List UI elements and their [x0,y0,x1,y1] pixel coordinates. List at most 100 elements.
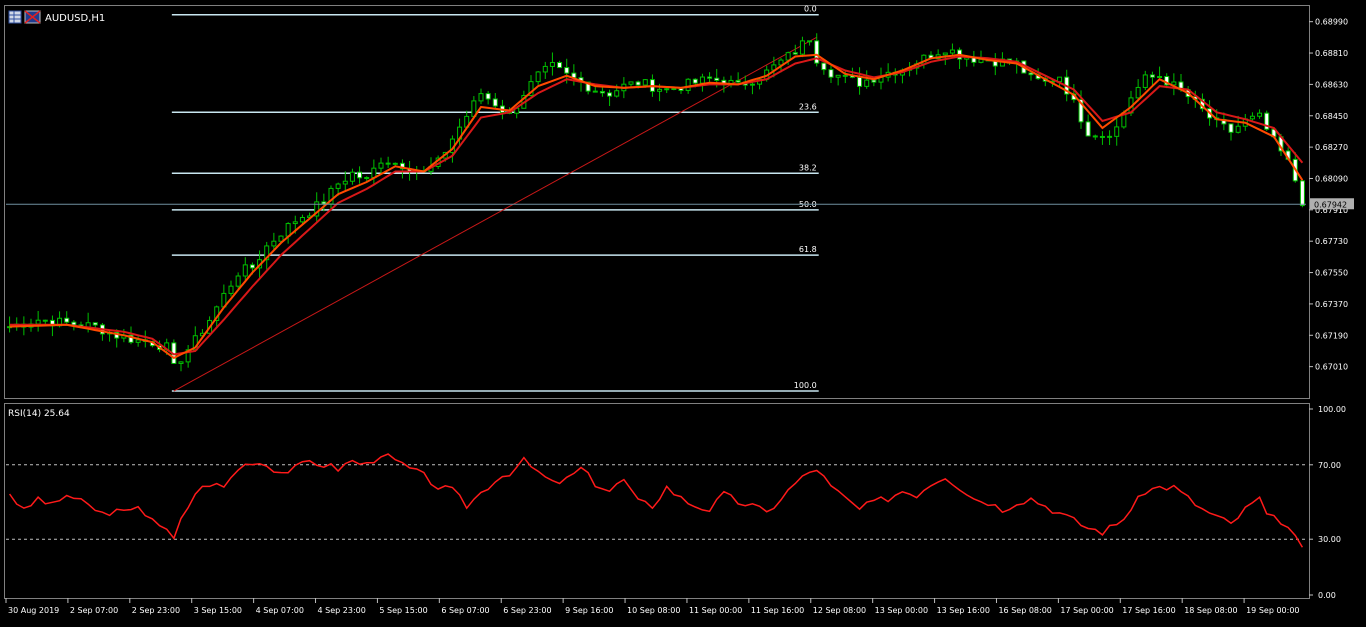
time-tick-label: 4 Sep 23:00 [318,606,366,615]
candle [378,157,384,174]
candle [857,67,863,95]
candle [628,81,634,87]
candle [185,345,191,368]
candle [1171,73,1177,96]
ma-fast-line [9,53,1304,360]
rsi-label: RSI(14) 25.64 [8,409,70,419]
price-tick-label: 0.67550 [1315,269,1348,278]
time-tick-label: 6 Sep 07:00 [441,606,489,615]
candle [171,339,177,364]
candle [878,67,884,90]
time-tick-label: 13 Sep 16:00 [937,606,990,615]
time-tick-label: 17 Sep 00:00 [1060,606,1113,615]
candle [242,257,248,282]
rsi-chart [6,453,1306,548]
candle [571,64,577,86]
time-tick-label: 11 Sep 16:00 [751,606,804,615]
candle [864,70,870,89]
candle [992,53,998,76]
time-tick-label: 4 Sep 07:00 [256,606,304,615]
candle [735,72,741,85]
time-tick-label: 3 Sep 15:00 [194,606,242,615]
rsi-line [8,453,1304,548]
candle [1228,123,1234,141]
candle [328,185,334,210]
candle [607,89,613,107]
candle [342,171,348,191]
candle [971,50,977,67]
candle [1107,130,1113,146]
price-chart: 0.023.638.250.061.8100.0 [6,5,1306,392]
price-tick-label: 0.68630 [1315,80,1348,89]
time-tick-label: 10 Sep 08:00 [627,606,680,615]
candle [1257,109,1263,119]
candle [557,60,563,69]
candle [1014,57,1020,74]
rsi-axis: 100.00 70.00 30.00 0.00 [1309,405,1346,600]
candle [314,192,320,223]
candle [807,40,813,46]
candle [485,91,491,105]
price-tick-label: 0.67730 [1315,237,1348,246]
time-tick-label: 19 Sep 00:00 [1246,606,1299,615]
candle [535,71,541,85]
fib-level-label: 23.6 [799,102,817,111]
candle [221,284,227,308]
rsi-tick-label: 100.00 [1318,405,1346,414]
candle [392,162,398,166]
candle [478,88,484,105]
candle [664,87,670,94]
time-axis: 30 Aug 2019 2 Sep 07:00 2 Sep 23:00 3 Sep 1… [5,598,1300,615]
time-tick-label: 30 Aug 2019 [8,606,59,615]
flag-icon[interactable] [24,10,41,24]
price-tick-label: 0.67010 [1315,363,1348,372]
time-tick-label: 17 Sep 16:00 [1122,606,1175,615]
candle [1264,110,1270,131]
time-tick-label: 18 Sep 08:00 [1184,606,1237,615]
fib-level-label: 38.2 [799,163,817,172]
price-axis: 0.68990 0.68810 0.68630 0.68450 0.68270 0.680… [1309,18,1354,372]
time-tick-label: 5 Sep 15:00 [379,606,427,615]
candle [385,156,391,168]
candle [142,330,148,348]
candle [799,36,805,58]
chart-canvas[interactable]: AUDUSD,H1 0.023.638.250.061.8100.0 0.689… [0,0,1366,623]
time-tick-label: 12 Sep 08:00 [813,606,866,615]
price-tick-label: 0.68990 [1315,18,1348,27]
candle [949,43,955,56]
candle [128,326,134,345]
grid-icon[interactable] [8,10,22,24]
candle [64,311,70,324]
candle [514,107,520,119]
candle [885,63,891,82]
time-tick-label: 2 Sep 07:00 [70,606,118,615]
candle [1092,134,1098,140]
ma-slow-line [9,55,1304,356]
candle [821,62,827,75]
trendline[interactable] [173,36,817,392]
candle [35,310,41,332]
candle [349,168,355,185]
time-tick-label: 6 Sep 23:00 [503,606,551,615]
candle [285,222,291,244]
candle [1085,114,1091,137]
symbol-header: AUDUSD,H1 [8,10,105,24]
chart-window[interactable]: AUDUSD,H1 0.0 23.6 38.2 50.0 61.8 100.0 0.689… [0,0,1366,623]
fib-level-label: 0.0 [804,5,817,14]
candle [1299,180,1305,208]
price-tick-label: 0.67190 [1315,331,1348,340]
candle [371,159,377,186]
time-tick-label: 9 Sep 16:00 [565,606,613,615]
rsi-tick-label: 30.00 [1318,535,1341,544]
candle [828,64,834,83]
rsi-pane-border [4,403,1310,599]
candle [892,68,898,84]
candle [357,166,363,184]
candle [1114,116,1120,146]
rsi-tick-label: 70.00 [1318,461,1341,470]
fib-level-label: 61.8 [799,245,817,254]
candle [1249,112,1255,121]
candle [42,319,48,325]
candle [699,73,705,92]
price-tick-label: 0.67370 [1315,300,1348,309]
